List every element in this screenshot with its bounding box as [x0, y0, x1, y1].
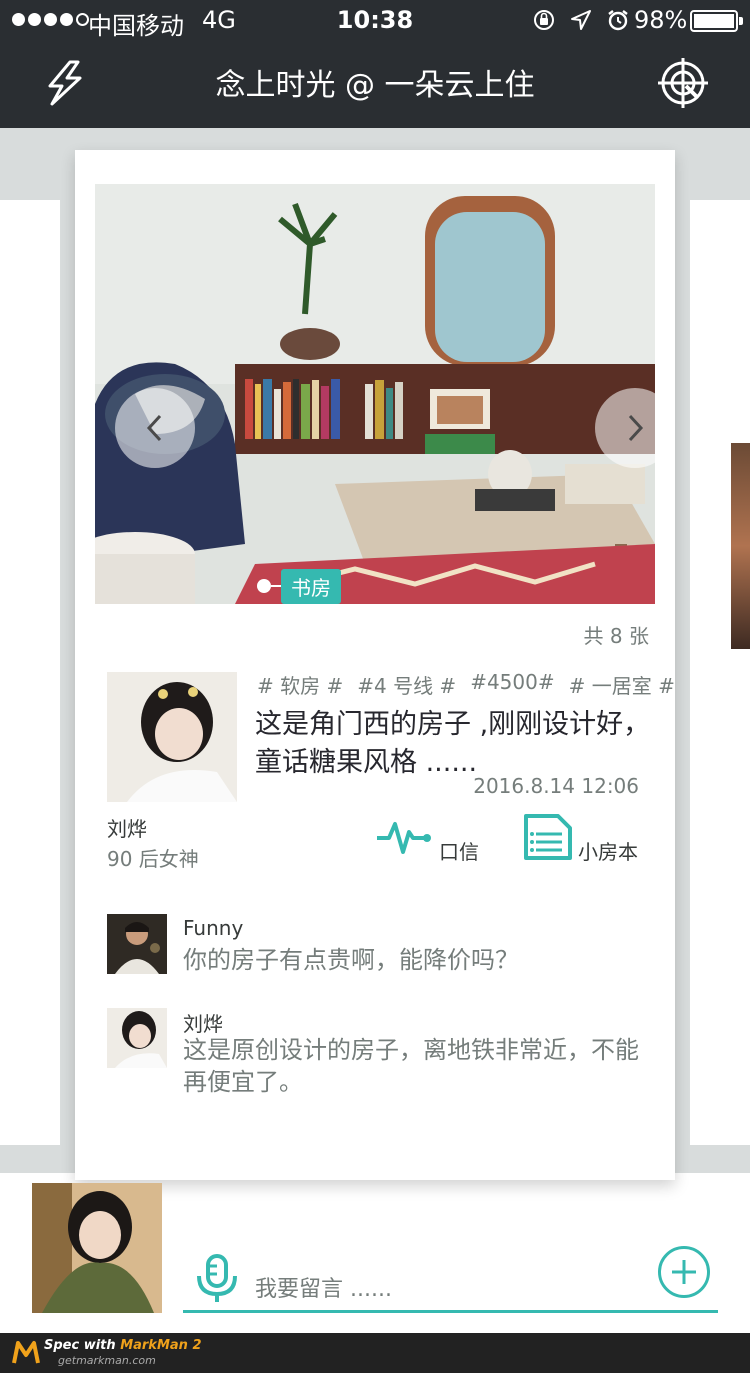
owner-subtitle: 90 后女神 [107, 847, 199, 871]
listing-card: 书房 共 8 张 刘烨 90 后女神 # 软房 # #4 号线 # #4500#… [75, 150, 675, 1180]
house-notebook-button[interactable]: 小房本 [578, 836, 638, 865]
alarm-icon [608, 10, 628, 31]
comment-text: 你的房子有点贵啊，能降价吗？ [183, 946, 519, 974]
plus-circle-icon [672, 1260, 696, 1284]
comment-input[interactable] [255, 1277, 635, 1302]
tag-item[interactable]: #4 号线 # [357, 670, 456, 699]
listing-date: 2016.8.14 12:06 [473, 774, 639, 798]
next-card[interactable] [690, 200, 750, 1145]
footer-brand: Spec with MarkMan 2 [44, 1338, 202, 1353]
tag-item[interactable]: #4500# [470, 670, 554, 699]
previous-photo-button[interactable] [115, 388, 195, 468]
chevron-right-icon [628, 414, 644, 442]
pulse-icon[interactable] [375, 814, 433, 858]
comment-author: 刘烨 [183, 1012, 223, 1036]
microphone-icon[interactable] [195, 1254, 239, 1304]
tag-pin-icon [257, 579, 271, 593]
page-title: 念上时光 @ 一朵云上住 [215, 68, 535, 103]
tag-item[interactable]: # 软房 # [257, 670, 343, 699]
next-card-photo [731, 443, 750, 649]
battery-percent: 98% [634, 6, 688, 34]
top-bar: 中国移动 4G 10:38 98% 念上时光 @ 一朵云上住 [0, 0, 750, 128]
comment-text: 这是原创设计的房子，离地铁非常近，不能再便宜了。 [183, 1036, 639, 1096]
orientation-lock-icon [534, 10, 554, 30]
tag-list: # 软房 # #4 号线 # #4500# # 一居室 # [257, 670, 675, 699]
my-avatar[interactable] [32, 1183, 162, 1313]
footer-url: getmarkman.com [58, 1354, 156, 1367]
room-photo[interactable]: 书房 [95, 184, 655, 604]
comment-avatar[interactable] [107, 914, 167, 974]
markman-footer: Spec with MarkMan 2 getmarkman.com [0, 1333, 750, 1373]
markman-logo-icon [12, 1341, 40, 1364]
photo-count: 共 8 张 [583, 624, 649, 648]
battery-icon [690, 10, 738, 32]
chevron-left-icon [146, 414, 162, 442]
document-icon[interactable] [522, 812, 574, 862]
input-underline [183, 1310, 718, 1313]
owner-avatar[interactable] [107, 672, 237, 802]
listing-description: 这是角门西的房子 ,刚刚设计好，童话糖果风格 ...... [255, 709, 651, 778]
owner-name: 刘烨 [107, 817, 147, 841]
message-button[interactable]: 口信 [439, 836, 479, 865]
room-tag-label: 书房 [281, 568, 341, 604]
status-bar: 中国移动 4G 10:38 98% [0, 0, 750, 40]
comment-author: Funny [183, 916, 244, 940]
previous-card[interactable] [0, 200, 60, 1145]
comment-avatar[interactable] [107, 1008, 167, 1068]
target-icon[interactable] [656, 56, 710, 110]
location-arrow-icon [571, 10, 591, 30]
tag-item[interactable]: # 一居室 # [569, 670, 675, 699]
room-tag[interactable]: 书房 [257, 568, 341, 604]
add-button[interactable] [658, 1246, 710, 1298]
